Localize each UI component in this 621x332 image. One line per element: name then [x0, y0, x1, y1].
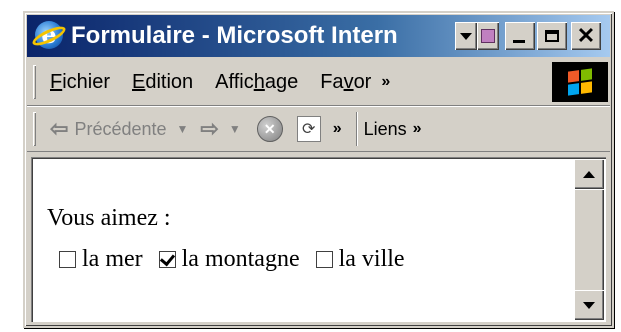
title-dropdown-button[interactable] — [455, 22, 477, 50]
standard-toolbar: ⇦ Précédente ▼ ⇨ ▼ ✕ ⟳ » Liens » — [27, 107, 610, 152]
checkbox-la-montagne[interactable] — [158, 251, 176, 268]
minimize-icon — [513, 40, 525, 43]
option-label: la montagne — [181, 246, 300, 272]
stop-icon[interactable]: ✕ — [256, 116, 283, 142]
option-la-ville[interactable]: la ville — [315, 246, 405, 273]
vertical-scrollbar[interactable] — [574, 159, 604, 320]
arrow-up-icon — [583, 170, 595, 178]
title-bar[interactable]: e Formulaire - Microsoft Intern ✕ — [27, 15, 610, 57]
refresh-icon[interactable]: ⟳ — [296, 116, 321, 142]
links-label[interactable]: Liens — [364, 119, 407, 140]
scroll-up-button[interactable] — [574, 159, 604, 189]
checkbox-la-mer[interactable] — [59, 251, 76, 268]
question-text: Vous aimez : — [47, 205, 171, 231]
menu-overflow-chevron[interactable]: » — [381, 73, 390, 91]
option-la-mer[interactable]: la mer — [59, 246, 143, 273]
option-la-montagne[interactable]: la montagne — [158, 246, 300, 273]
menu-edition[interactable]: Edition — [132, 71, 193, 94]
arrow-down-icon — [583, 301, 595, 309]
menu-affichage[interactable]: Affichage — [215, 71, 298, 94]
option-label: la mer — [82, 246, 143, 272]
back-button[interactable]: ⇦ Précédente — [50, 116, 167, 142]
menu-favoris[interactable]: Favor — [320, 71, 371, 94]
scroll-down-button[interactable] — [574, 290, 604, 320]
back-label: Précédente — [74, 118, 167, 139]
menu-fichier[interactable]: Fichier — [50, 71, 110, 94]
forward-arrow-icon[interactable]: ⇨ — [200, 116, 218, 142]
toolbar-grip[interactable] — [33, 112, 36, 146]
maximize-icon — [545, 30, 559, 42]
page-content: Vous aimez : la mer la montagne la ville — [31, 157, 606, 322]
back-arrow-icon: ⇦ — [50, 116, 69, 141]
checkbox-la-ville[interactable] — [315, 251, 333, 268]
dropdown-arrow-icon — [460, 32, 472, 40]
square-icon — [481, 29, 495, 43]
scroll-thumb[interactable] — [574, 189, 604, 299]
windows-logo-icon — [552, 62, 608, 102]
maximize-button[interactable] — [537, 22, 567, 50]
forward-dropdown-icon[interactable]: ▼ — [229, 122, 241, 136]
option-label: la ville — [338, 246, 405, 272]
minimize-button[interactable] — [505, 22, 535, 50]
back-dropdown-icon[interactable]: ▼ — [177, 122, 189, 136]
ie-icon[interactable]: e — [30, 20, 68, 52]
close-button[interactable]: ✕ — [571, 22, 601, 50]
toolbar-divider — [356, 112, 358, 146]
browser-window: e Formulaire - Microsoft Intern ✕ Fichie… — [23, 11, 614, 328]
menu-grip[interactable] — [33, 65, 36, 99]
toolbar-overflow-chevron[interactable]: » — [333, 120, 342, 138]
menu-bar: Fichier Edition Affichage Favor » — [27, 59, 610, 106]
checkbox-group: la mer la montagne la ville — [47, 246, 421, 273]
form: Vous aimez : la mer la montagne la ville — [47, 205, 421, 273]
links-overflow-chevron[interactable]: » — [413, 120, 422, 138]
close-icon: ✕ — [576, 23, 596, 48]
window-title: Formulaire - Microsoft Intern — [71, 22, 398, 49]
title-extra-button[interactable] — [477, 22, 499, 50]
